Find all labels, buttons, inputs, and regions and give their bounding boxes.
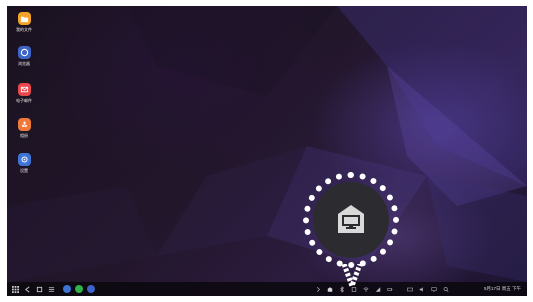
gallery-icon xyxy=(17,118,31,131)
pinned-app-2-icon[interactable] xyxy=(75,285,83,293)
clock[interactable]: 5月17日 周五 下午 xyxy=(484,285,521,293)
desktop-icon-browser[interactable]: 浏览器 xyxy=(11,46,37,66)
desktop-icon-label: 设置 xyxy=(20,168,28,173)
desktop-icon-label: 我的文件 xyxy=(16,27,32,32)
battery-icon[interactable] xyxy=(387,285,393,293)
desktop-icon-gallery[interactable]: 相册 xyxy=(11,118,37,138)
desktop-screen: 我的文件 浏览器 电子邮件 相册 设置 5月17日 周五 下午 xyxy=(7,6,527,296)
desktop-icon-my-files[interactable]: 我的文件 xyxy=(11,12,37,32)
keyboard-icon[interactable] xyxy=(407,285,413,293)
desktop-icon-label: 浏览器 xyxy=(18,61,30,66)
volume-icon[interactable] xyxy=(419,285,425,293)
screenshot-frame: 我的文件 浏览器 电子邮件 相册 设置 5月17日 周五 下午 xyxy=(0,0,533,302)
recents-icon[interactable] xyxy=(47,285,55,293)
taskbar: 5月17日 周五 下午 xyxy=(7,282,527,296)
dex-station-tray-icon[interactable] xyxy=(327,285,333,293)
desktop-icon-email[interactable]: 电子邮件 xyxy=(11,83,37,103)
mail-icon xyxy=(17,83,31,96)
folder-icon xyxy=(17,12,31,25)
pinned-app-3-icon[interactable] xyxy=(87,285,95,293)
pinned-app-1-icon[interactable] xyxy=(63,285,71,293)
signal-icon[interactable] xyxy=(375,285,381,293)
callout-pointer xyxy=(341,264,363,290)
gear-icon xyxy=(17,153,31,166)
desktop-icon-label: 电子邮件 xyxy=(16,98,32,103)
wallpaper xyxy=(7,6,527,282)
apps-grid-icon[interactable] xyxy=(11,285,19,293)
desktop-icon-label: 相册 xyxy=(20,133,28,138)
home-icon[interactable] xyxy=(35,285,43,293)
desktop-icon-settings[interactable]: 设置 xyxy=(11,153,37,173)
back-icon[interactable] xyxy=(23,285,31,293)
dex-station-icon xyxy=(338,205,364,233)
search-icon[interactable] xyxy=(443,285,449,293)
wifi-icon[interactable] xyxy=(363,285,369,293)
expand-tray-icon[interactable] xyxy=(315,285,321,293)
browser-icon xyxy=(17,46,31,59)
screen-icon[interactable] xyxy=(431,285,437,293)
